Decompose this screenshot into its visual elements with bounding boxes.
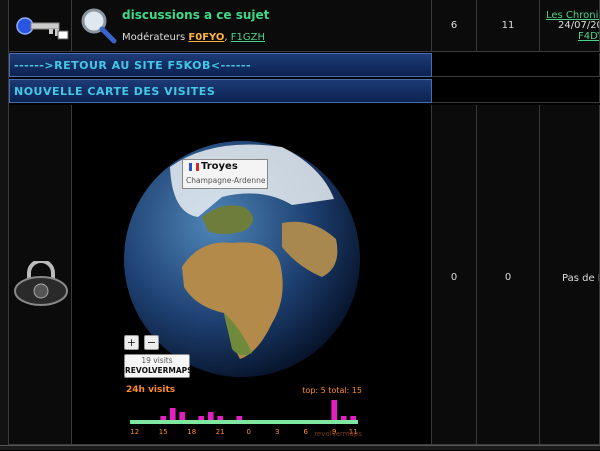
last-post-user-link[interactable]: F4DY (578, 31, 599, 42)
chart-bar (340, 416, 347, 420)
map-posts-count: 0 (477, 105, 540, 445)
forum-status-cell (9, 0, 72, 52)
category-header: NOUVELLE CARTE DES VISITES (9, 79, 432, 103)
moderator-link[interactable]: F0FYO (188, 32, 224, 43)
chart-bar (169, 408, 176, 420)
visits-count: 19 visits (141, 356, 173, 365)
chart-tick-label: 18 (187, 428, 196, 436)
padlock-icon (14, 261, 68, 306)
location-tooltip: Troyes Champagne-Ardenne (182, 159, 268, 189)
left-gutter (0, 0, 9, 450)
chart-baseline (130, 420, 358, 424)
chart-bar (217, 416, 224, 420)
chart-bar (160, 416, 167, 420)
chart-bar (179, 412, 186, 420)
zoom-in-button[interactable]: + (124, 335, 139, 350)
chart-bar (198, 416, 205, 420)
chart-watermark: revolvermaps (314, 430, 362, 438)
moderator-link[interactable]: F1GZH (231, 32, 265, 43)
brand-label: REVOLVERMAPS (125, 366, 193, 375)
forum-last-post: Les Chronic 24/07/20 F4DY (540, 0, 600, 52)
no-message-text: Pas de M (562, 273, 599, 284)
key-locked-icon (16, 17, 69, 40)
chart-tick-label: 15 (159, 428, 168, 436)
chart-bar (350, 416, 357, 420)
forum-info-cell: discussions a ce sujet Modérateurs F0FYO… (72, 0, 432, 52)
location-region: Champagne-Ardenne (186, 176, 266, 185)
location-city: Troyes (201, 161, 238, 172)
chart-bar (236, 416, 243, 420)
forum-posts-count: 11 (477, 0, 540, 52)
map-status-cell (9, 105, 72, 445)
chart-tick-label: 6 (304, 428, 309, 436)
forum-topics-count: 6 (432, 0, 477, 52)
return-site-link[interactable]: ------>RETOUR AU SITE F5KOB<------ (9, 53, 432, 77)
flag-france-icon (189, 163, 199, 171)
map-widget-cell: Troyes Champagne-Ardenne + − 19 visits R… (72, 105, 432, 445)
band-filler (432, 53, 600, 77)
map-last-post: Pas de M (540, 105, 600, 445)
moderators-label: Modérateurs (122, 32, 186, 43)
last-post-date: 24/07/20 (558, 20, 600, 31)
chart-bar (331, 400, 338, 420)
chart-tick-label: 0 (247, 428, 251, 436)
band-filler (432, 79, 600, 103)
category-title: NOUVELLE CARTE DES VISITES (14, 85, 216, 98)
map-topics-count: 0 (432, 105, 477, 445)
bottom-scroll-edge (0, 445, 600, 450)
magnifier-icon (81, 8, 117, 44)
forum-title-link[interactable]: discussions a ce sujet (122, 8, 269, 22)
moderator-separator: , (224, 32, 228, 43)
chart-tick-label: 21 (216, 428, 225, 436)
visits-badge[interactable]: 19 visits REVOLVERMAPS (124, 354, 193, 378)
chart-bar (207, 412, 214, 420)
moderators-line: Modérateurs F0FYO, F1GZH (122, 32, 265, 43)
chart-tick-label: 3 (275, 428, 279, 436)
zoom-out-button[interactable]: − (144, 335, 159, 350)
chart-tick-label: 12 (130, 428, 139, 436)
visits-24h-chart: 24h visits top: 5 total: 15 12 15 18 21 0 3 6 9… (124, 383, 364, 443)
return-site-label: ------>RETOUR AU SITE F5KOB<------ (14, 59, 252, 72)
